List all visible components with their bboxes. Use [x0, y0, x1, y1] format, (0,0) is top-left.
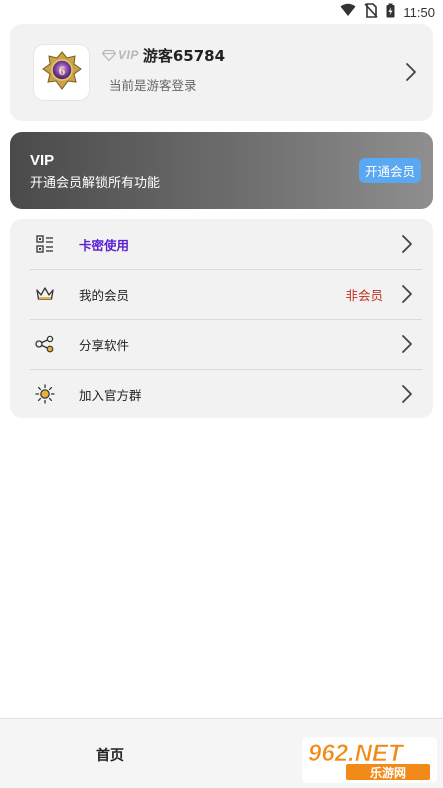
diamond-icon: [101, 46, 117, 65]
watermark-logo: 962.NET 乐游网: [302, 737, 437, 783]
avatar[interactable]: 6: [34, 45, 89, 100]
clock-time: 11:50: [403, 4, 435, 20]
svg-text:6: 6: [58, 63, 65, 78]
chevron-right-icon: [402, 335, 412, 353]
login-status-text: 当前是游客登录: [109, 78, 197, 93]
vip-banner-title: VIP: [30, 152, 55, 169]
menu-item-label: 卡密使用: [79, 238, 130, 253]
wifi-icon: [340, 3, 356, 21]
profile-card[interactable]: 6 VIP 游客65784 当前是游客登录: [10, 24, 433, 121]
membership-status-value: 非会员: [345, 288, 383, 303]
vip-username-row: VIP 游客65784: [101, 44, 226, 66]
share-icon: [34, 333, 56, 355]
sun-group-icon: [34, 383, 56, 405]
status-bar: 11:50: [0, 0, 443, 24]
card-key-icon: [34, 233, 56, 255]
tab-home[interactable]: 首页: [96, 745, 124, 765]
status-icons: 11:50: [340, 2, 435, 22]
open-membership-button[interactable]: 开通会员: [358, 158, 421, 183]
vip-badge: VIP: [101, 46, 139, 65]
vip-banner-description: 开通会员解锁所有功能: [30, 176, 161, 191]
chevron-right-icon: [402, 285, 412, 303]
game-emblem-icon: 6: [40, 49, 84, 97]
battery-charging-icon: [386, 3, 395, 22]
menu-item-label: 我的会员: [79, 288, 130, 303]
no-sim-icon: [364, 2, 379, 22]
bottom-nav-bar: 首页 962.NET 乐游网: [0, 718, 443, 788]
watermark-bottom: 乐游网: [370, 765, 406, 780]
chevron-right-icon: [402, 235, 412, 253]
username: 游客65784: [142, 46, 226, 65]
crown-icon: [34, 283, 56, 305]
vip-banner: VIP 开通会员解锁所有功能 开通会员: [10, 132, 433, 209]
vip-badge-text: VIP: [118, 48, 139, 62]
chevron-right-icon: [402, 385, 412, 403]
menu-item-join-group[interactable]: 加入官方群: [10, 369, 433, 419]
menu-item-label: 分享软件: [79, 338, 130, 353]
menu-item-my-membership[interactable]: 我的会员 非会员: [10, 269, 433, 319]
menu-item-label: 加入官方群: [79, 388, 142, 403]
chevron-right-icon: [406, 63, 416, 81]
menu-item-card-key[interactable]: 卡密使用: [10, 219, 433, 269]
watermark-top: 962.NET: [308, 740, 405, 767]
menu-card: 卡密使用 我的会员 非会员 分享软件 加入官方群: [10, 219, 433, 418]
menu-item-share-app[interactable]: 分享软件: [10, 319, 433, 369]
